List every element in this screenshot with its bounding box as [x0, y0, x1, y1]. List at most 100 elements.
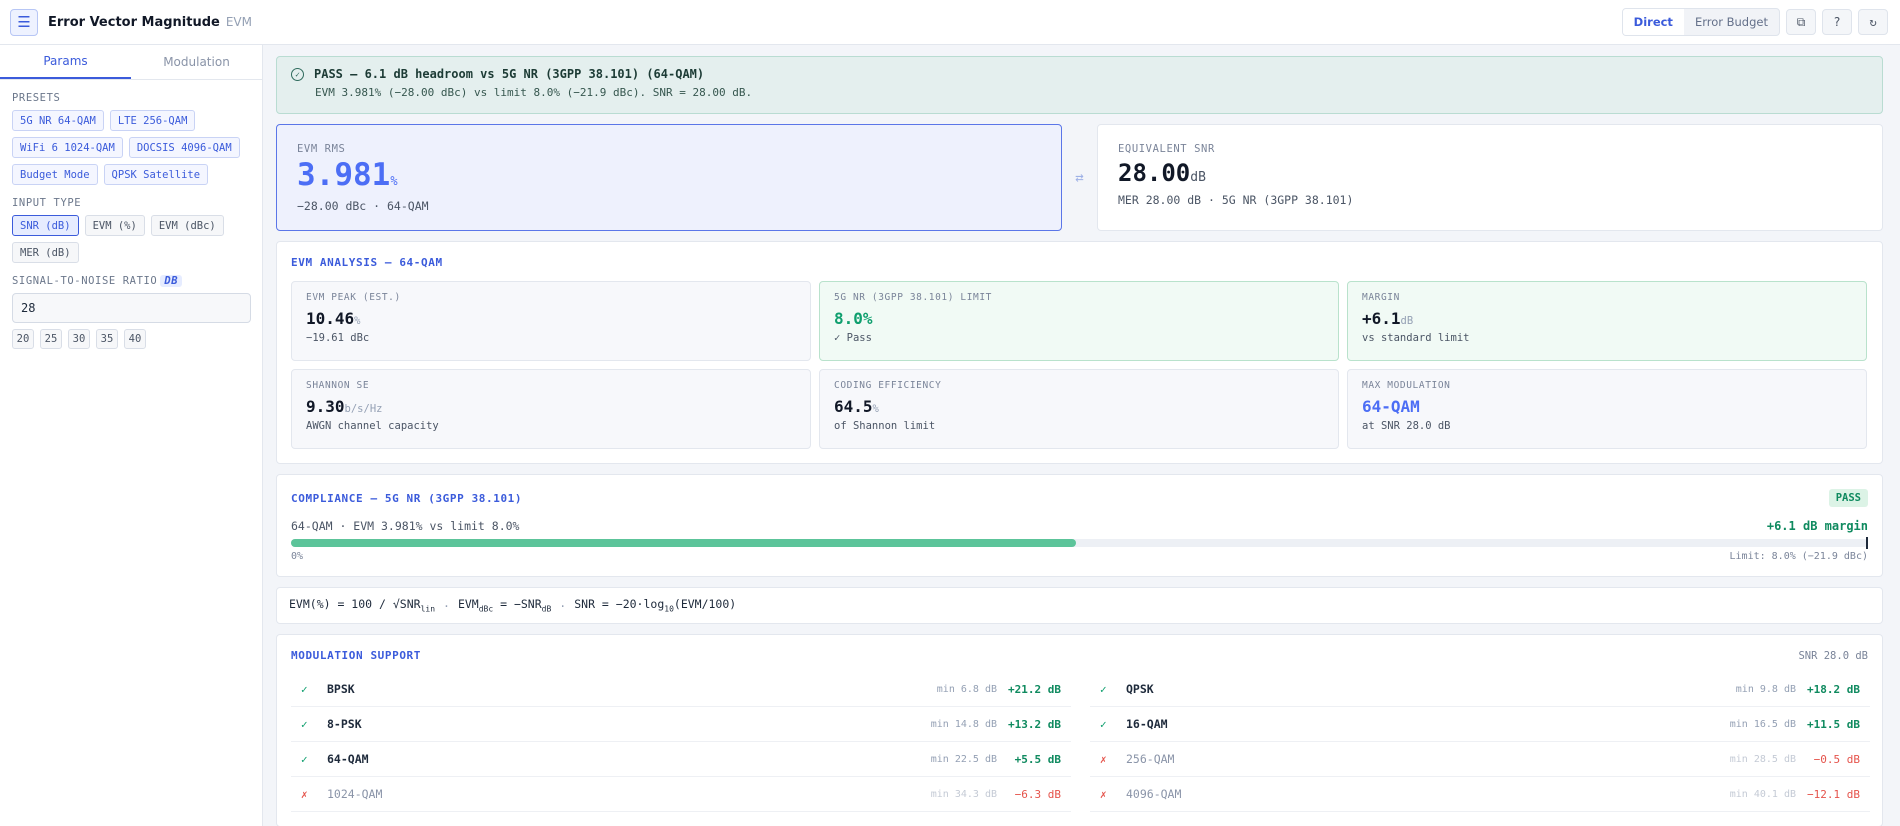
snr-field-label: SIGNAL-TO-NOISE RATIO DB: [12, 275, 250, 287]
evm-rms-label: EVM RMS: [297, 143, 346, 155]
cell-label: MARGIN: [1362, 292, 1400, 303]
supported-check-icon: ✓: [301, 682, 308, 696]
equivalent-snr-label: EQUIVALENT SNR: [1118, 143, 1215, 155]
help-icon[interactable]: ?: [1822, 9, 1852, 35]
modulation-support-title: MODULATION SUPPORT: [291, 649, 422, 662]
modulation-name: QPSK: [1126, 682, 1154, 696]
supported-check-icon: ✓: [301, 752, 308, 766]
compliance-scale-max: Limit: 8.0% (−21.9 dBc): [1729, 551, 1868, 562]
snr-quick-40-button[interactable]: 40: [124, 329, 146, 349]
snr-label-text: SIGNAL-TO-NOISE RATIO: [12, 275, 158, 287]
modulation-min-snr: min 9.8 dB: [1735, 683, 1796, 695]
modulation-row: ✓ 8-PSK min 14.8 dB +13.2 dB: [291, 707, 1071, 742]
refresh-icon[interactable]: ↻: [1858, 9, 1888, 35]
preset-wifi6-1024qam-button[interactable]: WiFi 6 1024-QAM: [12, 137, 123, 158]
modulation-list: ✓ BPSK min 6.8 dB +21.2 dB ✓ QPSK min 9.8 dB +1…: [291, 672, 1870, 812]
cell-sub: vs standard limit: [1362, 332, 1470, 344]
cell-unit: dB: [1400, 315, 1414, 327]
formula-sub: dB: [541, 604, 552, 614]
cell-unit: %: [872, 403, 879, 415]
supported-check-icon: ✓: [1100, 717, 1107, 731]
compliance-summary: 64-QAM · EVM 3.981% vs limit 8.0%: [291, 519, 520, 533]
tab-modulation[interactable]: Modulation: [131, 45, 262, 79]
cell-label: CODING EFFICIENCY: [834, 380, 942, 391]
margin-cell: MARGIN +6.1dB vs standard limit: [1347, 281, 1867, 361]
formula-sub: 10: [664, 604, 674, 614]
formula-evm-dbc: EVMdBc = −SNRdB: [458, 597, 551, 613]
modulation-margin: +18.2 dB: [1807, 682, 1860, 696]
evm-rms-value: 3.981: [297, 157, 391, 193]
evm-rms-unit: %: [390, 174, 398, 188]
modulation-name: 256-QAM: [1126, 752, 1175, 766]
formula-sub: dBc: [478, 604, 494, 614]
preset-5g-nr-64qam-button[interactable]: 5G NR 64-QAM: [12, 110, 104, 131]
snr-input[interactable]: [12, 293, 251, 323]
evm-peak-cell: EVM PEAK (EST.) 10.46% −19.61 dBc: [291, 281, 811, 361]
cell-value: 8.0%: [834, 309, 873, 328]
max-modulation-cell: MAX MODULATION 64-QAM at SNR 28.0 dB: [1347, 369, 1867, 449]
unsupported-cross-icon: ✗: [301, 787, 308, 801]
snr-quick-30-button[interactable]: 30: [68, 329, 90, 349]
preset-budget-mode-button[interactable]: Budget Mode: [12, 164, 98, 185]
cell-unit: b/s/Hz: [344, 403, 383, 415]
pass-banner: ✓ PASS — 6.1 dB headroom vs 5G NR (3GPP …: [276, 56, 1883, 114]
modulation-name: 64-QAM: [327, 752, 369, 766]
modulation-row: ✓ 16-QAM min 16.5 dB +11.5 dB: [1090, 707, 1870, 742]
copy-icon[interactable]: ⧉: [1786, 9, 1816, 35]
app-subtitle: EVM: [225, 15, 252, 29]
shannon-se-cell: SHANNON SE 9.30b/s/Hz AWGN channel capac…: [291, 369, 811, 449]
snr-quick-25-button[interactable]: 25: [40, 329, 62, 349]
modulation-name: 16-QAM: [1126, 717, 1168, 731]
cell-sub: of Shannon limit: [834, 420, 936, 432]
modulation-margin: +21.2 dB: [1008, 682, 1061, 696]
formula-bar: EVM(%) = 100 / √SNRlin · EVMdBc = −SNRdB…: [276, 587, 1883, 624]
modulation-snr: SNR 28.0 dB: [1798, 649, 1868, 662]
cell-label: MAX MODULATION: [1362, 380, 1451, 391]
modulation-row: ✗ 256-QAM min 28.5 dB −0.5 dB: [1090, 742, 1870, 777]
supported-check-icon: ✓: [1100, 682, 1107, 696]
formula-sub: lin: [420, 604, 436, 614]
cell-label: EVM PEAK (EST.): [306, 292, 401, 303]
preset-lte-256qam-button[interactable]: LTE 256-QAM: [109, 110, 196, 131]
modulation-margin: +13.2 dB: [1008, 717, 1061, 731]
modulation-name: BPSK: [327, 682, 355, 696]
swap-icon[interactable]: ⇄: [1062, 124, 1097, 231]
input-type-label: INPUT TYPE: [12, 197, 82, 209]
compliance-margin: +6.1 dB margin: [1766, 519, 1868, 533]
snr-quick-35-button[interactable]: 35: [96, 329, 118, 349]
input-type-evm-dbc-button[interactable]: EVM (dBc): [150, 215, 224, 236]
compliance-bar: [291, 537, 1868, 549]
mode-switch: Direct Error Budget: [1621, 8, 1780, 36]
cell-sub: −19.61 dBc: [306, 332, 370, 344]
modulation-min-snr: min 40.1 dB: [1729, 788, 1796, 800]
sidebar-tabs: Params Modulation: [0, 45, 262, 80]
snr-quick-20-button[interactable]: 20: [12, 329, 34, 349]
tab-params[interactable]: Params: [0, 45, 131, 79]
input-type-mer-button[interactable]: MER (dB): [12, 242, 79, 263]
input-type-evm-pct-button[interactable]: EVM (%): [84, 215, 145, 236]
mode-error-budget-button[interactable]: Error Budget: [1684, 9, 1779, 35]
cell-value: 64.5: [834, 397, 873, 416]
banner-detail: EVM 3.981% (−28.00 dBc) vs limit 8.0% (−…: [315, 86, 753, 99]
cell-value: 10.46: [306, 309, 355, 328]
compliance-status-badge: PASS: [1828, 489, 1868, 507]
modulation-support-panel: MODULATION SUPPORT SNR 28.0 dB ✓ BPSK min …: [276, 634, 1883, 826]
modulation-min-snr: min 14.8 dB: [930, 718, 997, 730]
menu-icon[interactable]: ☰: [10, 8, 38, 36]
modulation-row: ✗ 1024-QAM min 34.3 dB −6.3 dB: [291, 777, 1071, 812]
cell-sub: AWGN channel capacity: [306, 420, 439, 432]
formula-evm-pct: EVM(%) = 100 / √SNRlin: [289, 597, 435, 613]
formula-snr: SNR = −20·log10(EVM/100): [574, 597, 736, 613]
preset-docsis-4096qam-button[interactable]: DOCSIS 4096-QAM: [128, 137, 240, 158]
modulation-row: ✓ 64-QAM min 22.5 dB +5.5 dB: [291, 742, 1071, 777]
cell-value: 9.30: [306, 397, 345, 416]
evm-analysis-title: EVM ANALYSIS — 64-QAM: [291, 256, 443, 269]
preset-qpsk-satellite-button[interactable]: QPSK Satellite: [103, 164, 209, 185]
modulation-row: ✗ 4096-QAM min 40.1 dB −12.1 dB: [1090, 777, 1870, 812]
compliance-scale-min: 0%: [291, 551, 304, 562]
modulation-min-snr: min 16.5 dB: [1729, 718, 1796, 730]
presets-list: 5G NR 64-QAM LTE 256-QAM WiFi 6 1024-QAM…: [12, 110, 250, 185]
input-type-snr-button[interactable]: SNR (dB): [12, 215, 79, 236]
modulation-margin: −0.5 dB: [1813, 752, 1860, 766]
mode-direct-button[interactable]: Direct: [1622, 9, 1684, 35]
